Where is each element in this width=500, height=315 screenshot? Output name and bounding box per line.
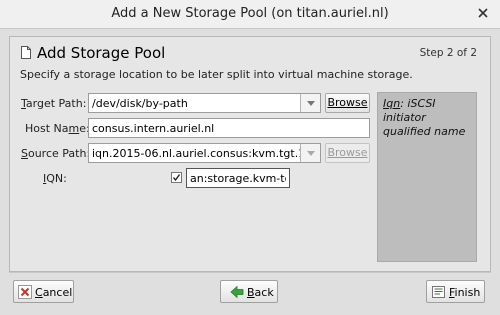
source-path-combo[interactable]: iqn.2015-06.nl.auriel.consus:kvm.tgt.1 xyxy=(88,143,321,163)
document-icon xyxy=(21,46,31,59)
finish-icon xyxy=(432,286,445,298)
close-icon[interactable] xyxy=(476,6,490,20)
iqn-input[interactable] xyxy=(187,169,289,187)
back-button[interactable]: Back xyxy=(220,280,278,303)
chevron-down-icon xyxy=(307,101,315,106)
finish-label: Finish xyxy=(449,286,481,299)
separator xyxy=(9,272,491,273)
target-path-label: Target Path: xyxy=(21,97,87,110)
help-text: Iqn: iSCSI initiator qualified name xyxy=(383,97,466,138)
finish-button[interactable]: Finish xyxy=(426,280,485,303)
source-path-dropdown[interactable] xyxy=(300,144,320,162)
window-title: Add a New Storage Pool (on titan.auriel.… xyxy=(111,6,389,21)
step-indicator: Step 2 of 2 xyxy=(419,47,477,59)
back-arrow-icon xyxy=(230,285,244,299)
host-name-field[interactable] xyxy=(88,118,370,138)
chevron-down-icon xyxy=(307,151,315,156)
help-panel: Iqn: iSCSI initiator qualified name xyxy=(377,92,477,262)
cancel-icon xyxy=(18,285,32,299)
target-path-value: /dev/disk/by-path xyxy=(92,97,188,110)
iqn-checkbox[interactable] xyxy=(171,172,182,183)
title-bar: Add a New Storage Pool (on titan.auriel.… xyxy=(0,0,500,29)
host-name-label: Host Name: xyxy=(25,122,90,135)
host-name-input[interactable] xyxy=(89,119,369,137)
cancel-button[interactable]: Cancel xyxy=(13,280,74,303)
source-path-value: iqn.2015-06.nl.auriel.consus:kvm.tgt.1 xyxy=(92,147,306,160)
help-term: Iqn xyxy=(383,97,401,110)
back-label: Back xyxy=(247,286,274,299)
page-description: Specify a storage location to be later s… xyxy=(20,68,413,81)
iqn-field[interactable] xyxy=(186,168,290,188)
target-path-combo[interactable]: /dev/disk/by-path xyxy=(88,93,321,113)
page-title: Add Storage Pool xyxy=(37,44,166,62)
source-path-label: Source Path: xyxy=(21,147,91,160)
target-browse-button[interactable]: Browse xyxy=(325,93,370,113)
source-browse-button[interactable]: Browse xyxy=(325,143,370,163)
checkmark-icon xyxy=(172,174,181,182)
target-path-dropdown[interactable] xyxy=(300,94,320,112)
iqn-label: IQN: xyxy=(43,172,67,185)
cancel-label: Cancel xyxy=(35,286,73,299)
